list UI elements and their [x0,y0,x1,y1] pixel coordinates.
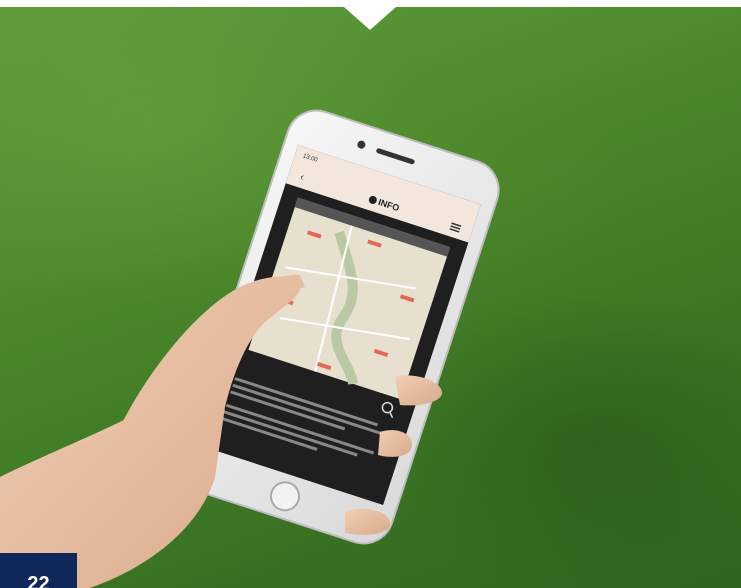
top-pointer-arrow [344,7,396,30]
page-number-badge: 22 [0,553,77,588]
page-number: 22 [27,573,50,588]
phone-in-hand-illustration: 13:00 ‹ INFO [0,109,500,588]
photo-scene: 13:00 ‹ INFO [0,7,741,588]
